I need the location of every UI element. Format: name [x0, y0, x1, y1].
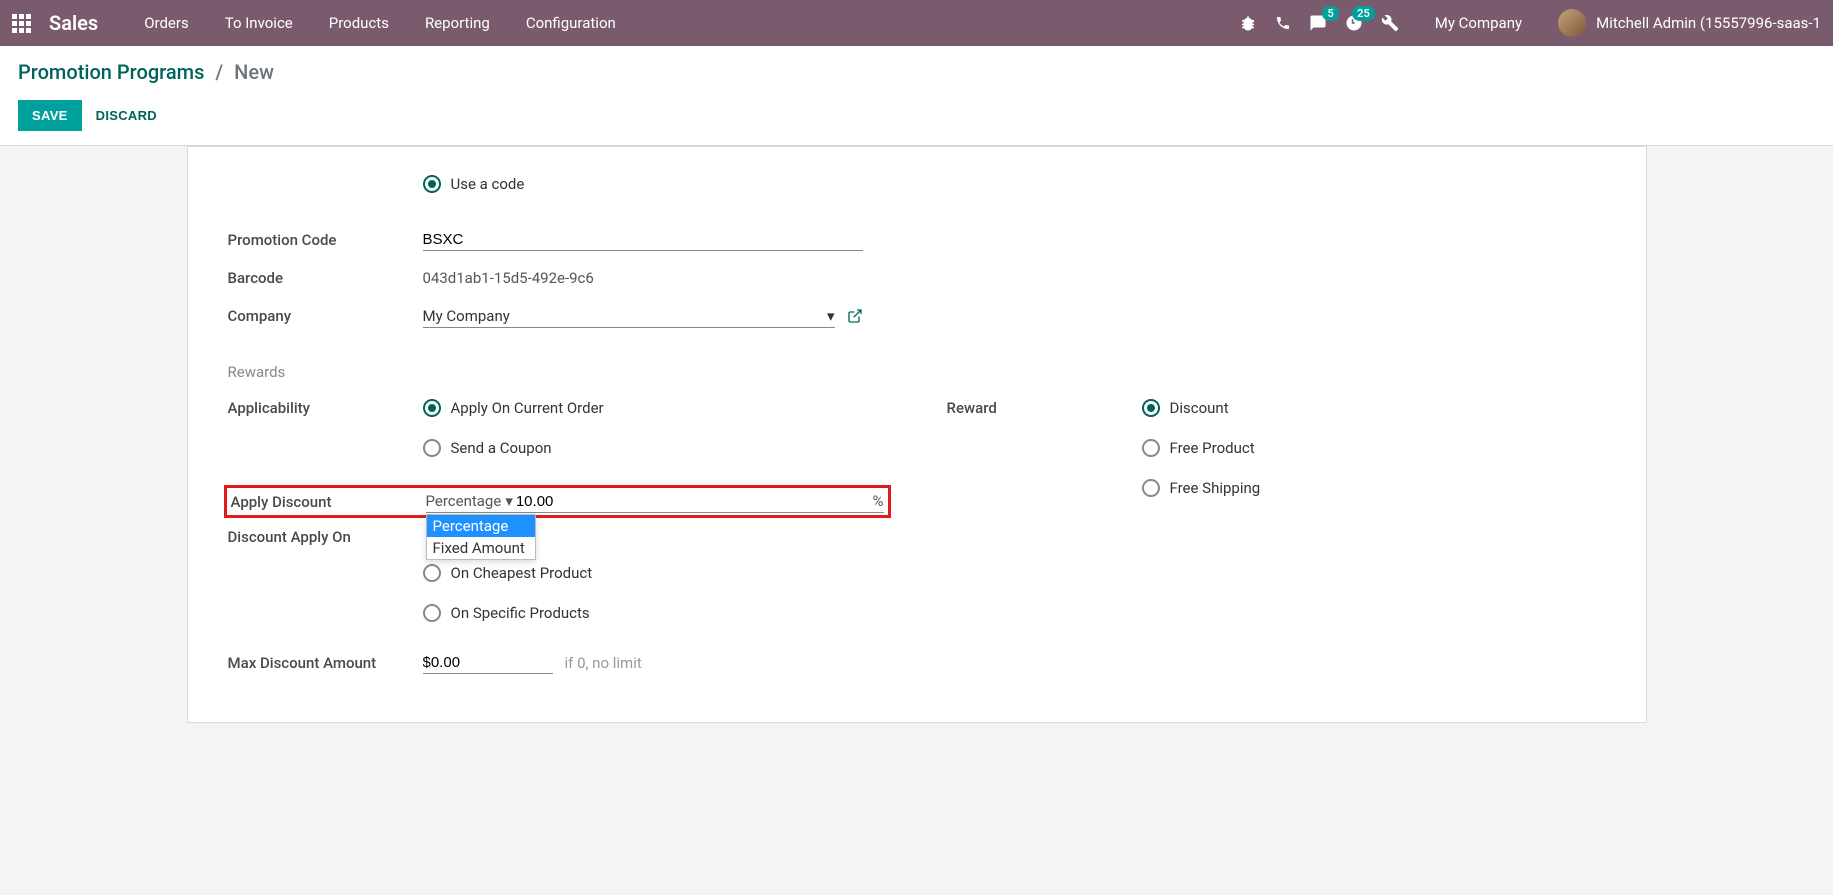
reward-label: Reward: [947, 395, 1142, 417]
company-select[interactable]: My Company: [423, 307, 823, 325]
applicability-current-order-radio[interactable]: [423, 399, 441, 417]
external-link-icon[interactable]: [847, 308, 863, 324]
promo-code-input[interactable]: [423, 229, 863, 251]
apps-icon[interactable]: [12, 14, 31, 33]
avatar-icon: [1558, 9, 1586, 37]
applicability-label: Applicability: [228, 395, 423, 417]
reward-option-1: Free Product: [1170, 439, 1255, 457]
rewards-section-title: Rewards: [228, 363, 1606, 381]
nav-configuration[interactable]: Configuration: [526, 14, 616, 32]
apply-discount-label: Apply Discount: [231, 493, 426, 511]
apply-discount-value-input[interactable]: [516, 491, 873, 512]
promo-code-label: Promotion Code: [228, 231, 423, 249]
dropdown-option-percentage[interactable]: Percentage: [427, 515, 535, 537]
company-switcher[interactable]: My Company: [1435, 14, 1522, 32]
applicability-option-0: Apply On Current Order: [451, 399, 604, 417]
use-code-radio[interactable]: [423, 175, 441, 193]
control-panel: Promotion Programs / New SAVE DISCARD: [0, 46, 1833, 146]
reward-option-0: Discount: [1170, 399, 1229, 417]
messages-icon[interactable]: 5: [1309, 14, 1327, 32]
reward-free-shipping-radio[interactable]: [1142, 479, 1160, 497]
discount-apply-on-option-1: On Specific Products: [451, 604, 590, 622]
top-navbar: Sales Orders To Invoice Products Reporti…: [0, 0, 1833, 46]
reward-discount-radio[interactable]: [1142, 399, 1160, 417]
apply-discount-type-dropdown: Percentage Fixed Amount: [426, 514, 536, 560]
activities-badge: 25: [1352, 6, 1375, 21]
nav-to-invoice[interactable]: To Invoice: [225, 14, 293, 32]
discount-on-specific-radio[interactable]: [423, 604, 441, 622]
breadcrumb-current: New: [234, 60, 274, 84]
bug-icon[interactable]: [1239, 14, 1257, 32]
phone-icon[interactable]: [1275, 15, 1291, 31]
app-brand[interactable]: Sales: [49, 11, 98, 35]
nav-orders[interactable]: Orders: [144, 14, 189, 32]
applicability-option-1: Send a Coupon: [451, 439, 552, 457]
user-menu[interactable]: Mitchell Admin (15557996-saas-1: [1558, 9, 1821, 37]
save-button[interactable]: SAVE: [18, 100, 82, 131]
company-label: Company: [228, 307, 423, 325]
apply-discount-type-value: Percentage: [426, 492, 502, 510]
discount-on-cheapest-radio[interactable]: [423, 564, 441, 582]
max-discount-hint: if 0, no limit: [565, 654, 642, 672]
use-code-label: Use a code: [451, 175, 525, 193]
nav-reporting[interactable]: Reporting: [425, 14, 490, 32]
apply-discount-type-select[interactable]: Percentage ▾: [426, 490, 513, 513]
discount-apply-on-option-0: On Cheapest Product: [451, 564, 593, 582]
user-name: Mitchell Admin (15557996-saas-1: [1596, 14, 1821, 32]
discount-apply-on-label: Discount Apply On: [228, 524, 423, 546]
discard-button[interactable]: DISCARD: [96, 108, 157, 123]
nav-products[interactable]: Products: [329, 14, 389, 32]
breadcrumb-separator: /: [215, 60, 223, 84]
breadcrumb: Promotion Programs / New: [18, 60, 1815, 84]
applicability-send-coupon-radio[interactable]: [423, 439, 441, 457]
dropdown-option-fixed-amount[interactable]: Fixed Amount: [427, 537, 535, 559]
percent-unit: %: [873, 492, 884, 510]
form-sheet: Use a code Promotion Code Barcode 043d1a…: [187, 146, 1647, 723]
activities-icon[interactable]: 25: [1345, 14, 1363, 32]
reward-free-product-radio[interactable]: [1142, 439, 1160, 457]
chevron-down-icon[interactable]: ▾: [827, 307, 835, 325]
barcode-label: Barcode: [228, 269, 423, 287]
apply-discount-highlight: Apply Discount Percentage ▾ %: [224, 485, 891, 518]
reward-option-2: Free Shipping: [1170, 479, 1261, 497]
breadcrumb-root[interactable]: Promotion Programs: [18, 60, 204, 84]
max-discount-label: Max Discount Amount: [228, 654, 423, 672]
chevron-down-icon: ▾: [505, 492, 513, 510]
tools-icon[interactable]: [1381, 14, 1399, 32]
max-discount-input[interactable]: [423, 652, 553, 674]
messages-badge: 5: [1322, 6, 1338, 21]
barcode-value: 043d1ab1-15d5-492e-9c6: [423, 269, 594, 287]
